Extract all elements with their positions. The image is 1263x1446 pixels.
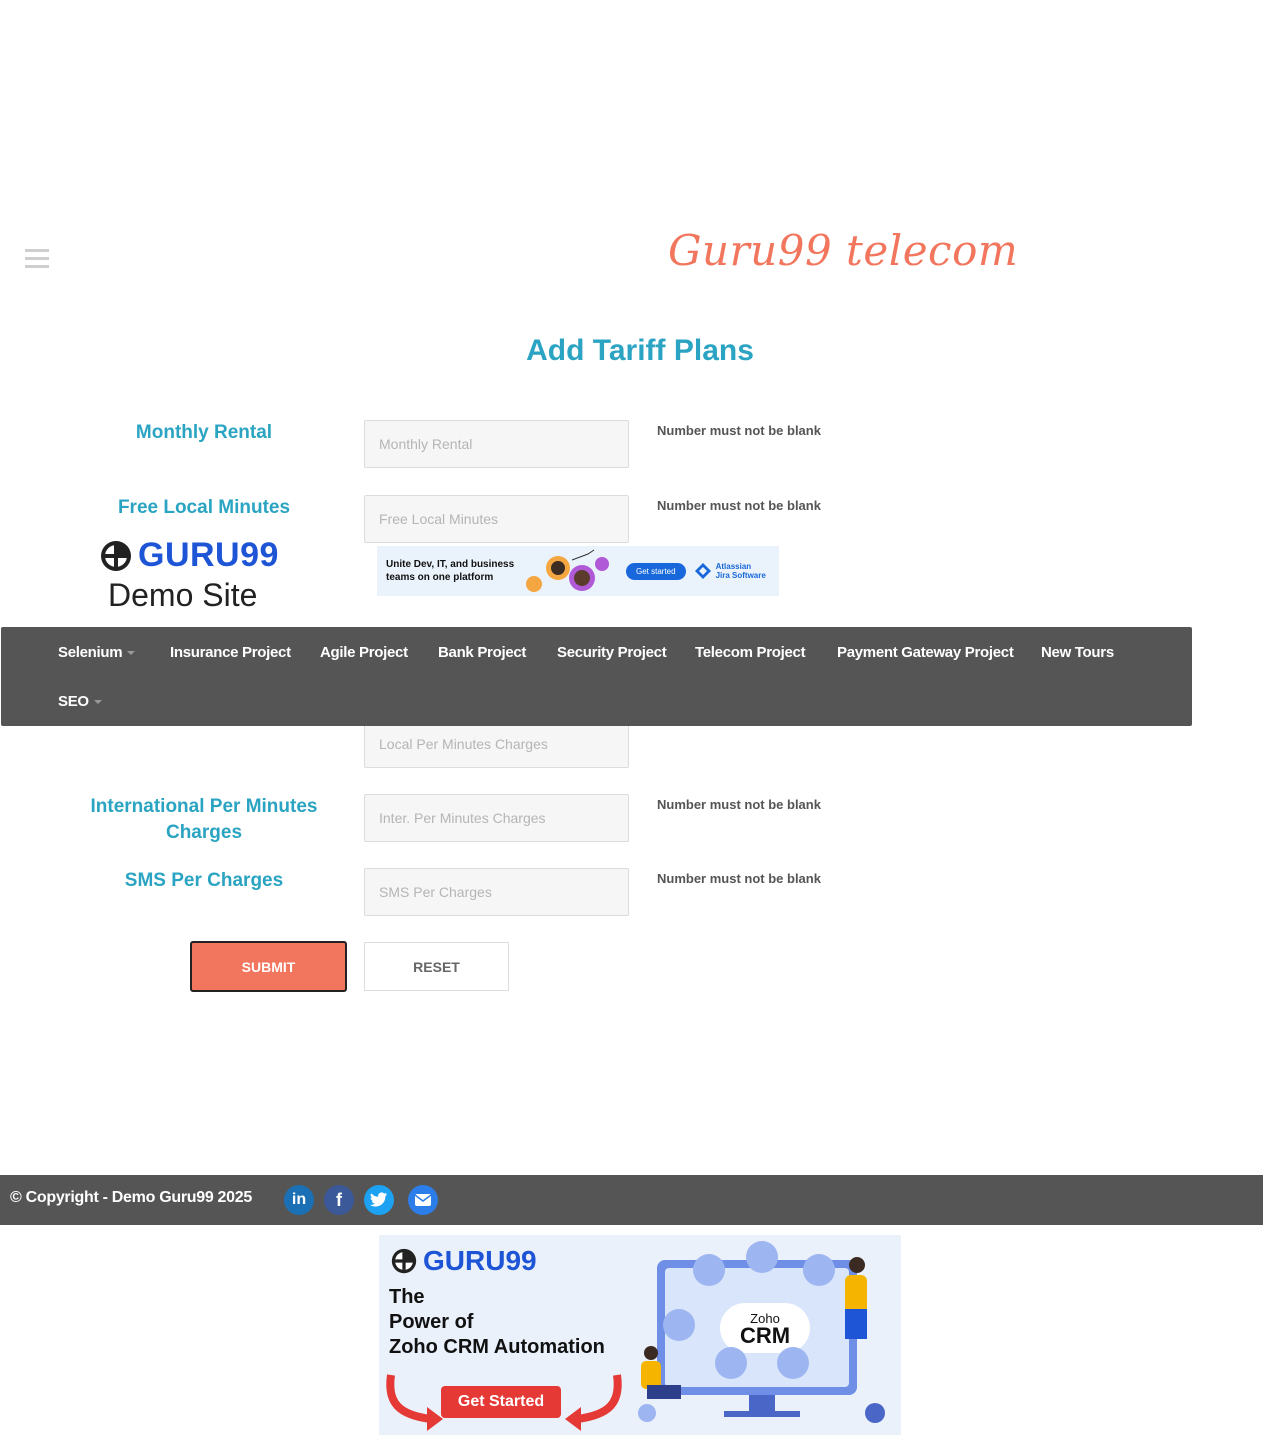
facebook-icon[interactable]: f — [324, 1185, 354, 1215]
international-per-minutes-label: International Per Minutes Charges — [90, 796, 318, 843]
free-local-minutes-input[interactable] — [364, 495, 629, 543]
footer: © Copyright - Demo Guru99 2025 in f — [0, 1175, 1263, 1225]
nav-item-security-project[interactable]: Security Project — [557, 644, 667, 661]
site-title[interactable]: Guru99 telecom — [668, 226, 1018, 275]
local-per-minutes-input[interactable] — [364, 720, 629, 768]
ad-people-illustration-icon — [526, 549, 609, 592]
copyright-text: © Copyright - Demo Guru99 2025 — [10, 1189, 252, 1206]
top-ad-banner[interactable]: Unite Dev, IT, and business teams on one… — [377, 546, 779, 596]
nav-item-selenium[interactable]: Selenium — [58, 644, 136, 661]
international-per-minutes-error: Number must not be blank — [657, 797, 821, 812]
monthly-rental-input[interactable] — [364, 420, 629, 468]
ad-brand-text: Atlassian Jira Software — [715, 562, 766, 580]
zoho-crm-cloud: Zoho CRM — [720, 1303, 810, 1353]
nav-item-telecom-project[interactable]: Telecom Project — [695, 644, 806, 661]
free-local-minutes-label: Free Local Minutes — [117, 497, 291, 518]
bottom-ad-brand: GURU99 — [423, 1245, 537, 1276]
chevron-down-icon — [93, 700, 102, 705]
international-per-minutes-input[interactable] — [364, 794, 629, 842]
nav-item-new-tours[interactable]: New Tours — [1041, 644, 1114, 661]
get-started-button[interactable]: Get Started — [441, 1386, 561, 1418]
email-icon[interactable] — [408, 1185, 438, 1215]
hamburger-menu-icon[interactable] — [25, 249, 49, 271]
logo-subtitle: Demo Site — [108, 577, 258, 613]
nav-item-payment-gateway-project[interactable]: Payment Gateway Project — [837, 644, 1014, 661]
crm-monitor-illustration: Zoho CRM — [657, 1260, 857, 1395]
logo-brand-text: GURU99 — [138, 536, 279, 574]
guru99-logo-icon — [101, 540, 131, 571]
chevron-down-icon — [127, 651, 136, 656]
nav-item-bank-project[interactable]: Bank Project — [438, 644, 526, 661]
ad-get-started-button[interactable]: Get started — [626, 562, 686, 580]
reset-button[interactable]: RESET — [364, 942, 509, 991]
nav-item-insurance-project[interactable]: Insurance Project — [170, 644, 291, 661]
free-local-minutes-error: Number must not be blank — [657, 498, 821, 513]
bottom-ad-banner[interactable]: GURU99 The Power of Zoho CRM Automation … — [379, 1235, 901, 1435]
ad-text: Unite Dev, IT, and business teams on one… — [386, 559, 515, 583]
jira-icon — [694, 563, 711, 579]
page-title: Add Tariff Plans — [526, 334, 754, 367]
monthly-rental-label: Monthly Rental — [135, 422, 273, 443]
linkedin-icon[interactable]: in — [284, 1185, 314, 1215]
bottom-ad-headline: The Power of Zoho CRM Automation — [389, 1286, 605, 1358]
nav-item-seo[interactable]: SEO — [58, 693, 102, 710]
ad-brand: Atlassian Jira Software — [694, 562, 768, 580]
guru99-demo-logo[interactable]: GURU99 Demo Site — [100, 536, 300, 616]
bottom-ad-logo: GURU99 — [391, 1245, 537, 1277]
submit-button[interactable]: SUBMIT — [190, 941, 347, 992]
sms-per-charges-error: Number must not be blank — [657, 871, 821, 886]
sms-per-charges-label: SMS Per Charges — [124, 870, 284, 891]
sms-per-charges-input[interactable] — [364, 868, 629, 916]
main-nav: Selenium Insurance Project Agile Project… — [1, 627, 1192, 726]
monthly-rental-error: Number must not be blank — [657, 423, 821, 438]
guru99-logo-icon — [391, 1248, 417, 1274]
nav-item-agile-project[interactable]: Agile Project — [320, 644, 408, 661]
twitter-icon[interactable] — [364, 1185, 394, 1215]
